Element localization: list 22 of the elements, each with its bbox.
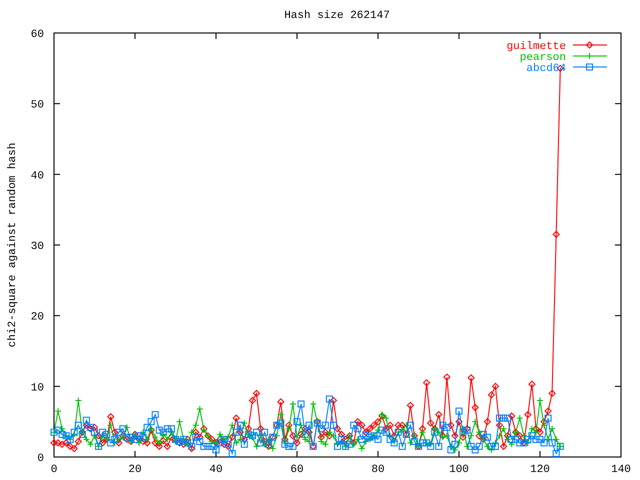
tick-label: 140 — [611, 464, 631, 476]
tick-label: 80 — [371, 464, 385, 476]
legend-swatch — [572, 64, 608, 70]
tick-label: 40 — [209, 464, 223, 476]
tick-label: 100 — [449, 464, 469, 476]
tick-label: 120 — [530, 464, 550, 476]
tick-label: 30 — [30, 241, 44, 253]
tick-label: 50 — [30, 100, 44, 112]
tick-label: 40 — [30, 170, 44, 182]
tick-label: 0 — [50, 464, 58, 476]
tick-label: 60 — [30, 29, 44, 41]
legend-swatch — [572, 41, 608, 49]
tick-label: 0 — [37, 453, 44, 465]
tick-label: 60 — [290, 464, 304, 476]
legend-label: guilmette — [506, 41, 566, 53]
tick-label: 20 — [128, 464, 142, 476]
legend-label: pearson — [520, 52, 566, 64]
tick-label: 20 — [30, 312, 44, 324]
chart-title: Hash size 262147 — [284, 10, 390, 22]
axis-title: chi2-square against random hash — [7, 142, 19, 348]
tick-label: 10 — [30, 382, 44, 394]
legend-swatch — [572, 52, 608, 60]
